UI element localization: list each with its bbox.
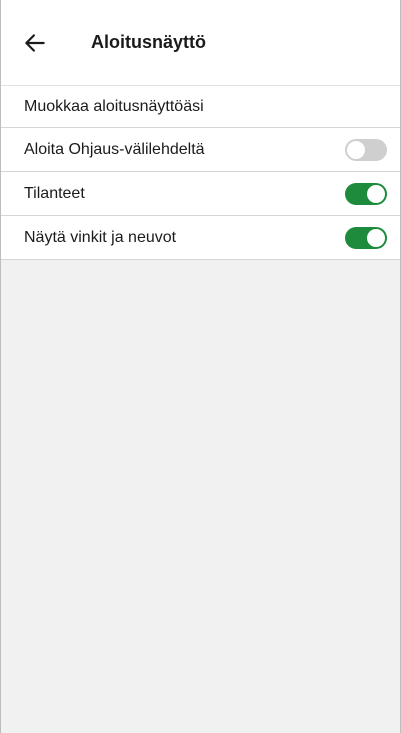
toggle-knob bbox=[367, 184, 385, 203]
toggle-knob bbox=[347, 140, 365, 159]
toggle-switch-start-control-tab[interactable] bbox=[345, 138, 387, 161]
back-button[interactable] bbox=[13, 21, 57, 65]
toggle-knob bbox=[367, 228, 385, 247]
settings-screen: Aloitusnäyttö Muokkaa aloitusnäyttöäsi A… bbox=[0, 0, 401, 733]
page-title: Aloitusnäyttö bbox=[91, 32, 206, 52]
setting-label: Aloita Ohjaus-välilehdeltä bbox=[24, 140, 205, 158]
app-header: Aloitusnäyttö bbox=[1, 0, 400, 86]
toggle-switch-tips[interactable] bbox=[345, 226, 387, 249]
setting-row-start-control-tab[interactable]: Aloita Ohjaus-välilehdeltä bbox=[1, 128, 400, 172]
setting-row-scenes[interactable]: Tilanteet bbox=[1, 172, 400, 216]
setting-label: Näytä vinkit ja neuvot bbox=[24, 228, 177, 246]
arrow-left-icon bbox=[25, 33, 45, 52]
setting-label: Tilanteet bbox=[24, 184, 85, 202]
toggle-switch-scenes[interactable] bbox=[345, 182, 387, 205]
setting-row-tips[interactable]: Näytä vinkit ja neuvot bbox=[1, 216, 400, 260]
section-label: Muokkaa aloitusnäyttöäsi bbox=[1, 86, 400, 128]
